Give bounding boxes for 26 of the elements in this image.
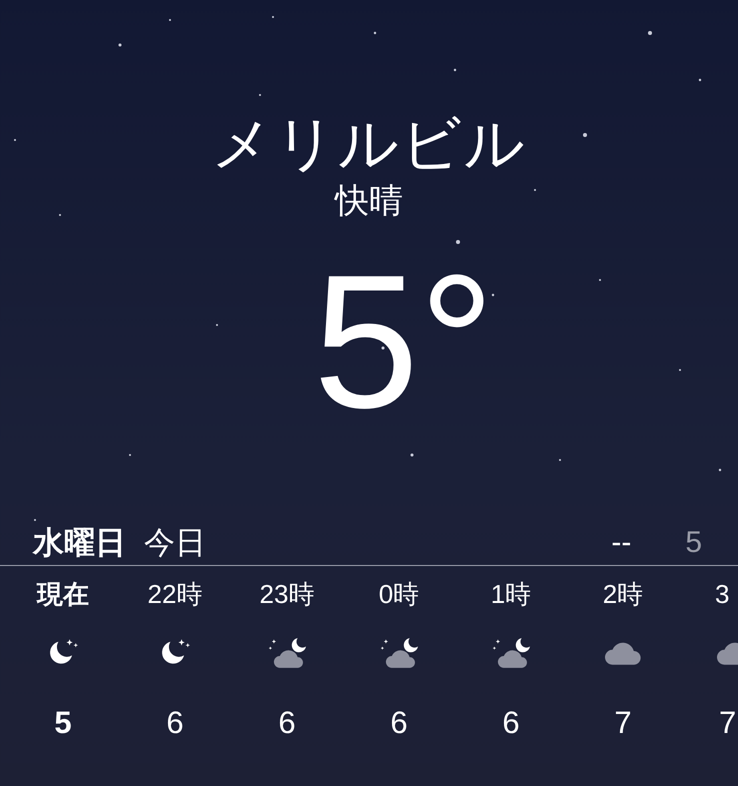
hour-label: 2時 (602, 579, 644, 609)
high-temperature: -- (611, 526, 632, 560)
hour-temperature: 6 (166, 705, 184, 741)
cloud-icon (604, 640, 642, 666)
current-temperature: 5° (312, 252, 495, 432)
hour-temperature: 6 (278, 705, 296, 741)
hour-label: 23時 (260, 579, 314, 609)
low-temperature: 5 (685, 526, 702, 560)
hour-label: 22時 (148, 579, 202, 609)
hour-temperature: 6 (502, 705, 520, 741)
hour-temperature: 7 (719, 705, 736, 741)
city-name: メリルビル (212, 109, 526, 179)
hour-temperature: 7 (614, 705, 632, 741)
hour-label: 現在 (37, 579, 89, 609)
hour-temperature: 5 (54, 705, 72, 741)
today-label: 今日 (144, 524, 206, 562)
weekday-label: 水曜日 (33, 524, 126, 562)
hour-label: 3 (715, 579, 730, 609)
moon-cloud-icon (492, 637, 530, 669)
hour-label: 0時 (378, 579, 420, 609)
moon-cloud-icon (268, 637, 306, 669)
weather-condition: 快晴 (335, 181, 403, 222)
hour-temperature: 6 (390, 705, 408, 741)
cloud-icon (717, 640, 738, 666)
moon-cloud-icon (380, 637, 418, 669)
hour-label: 1時 (490, 579, 532, 609)
